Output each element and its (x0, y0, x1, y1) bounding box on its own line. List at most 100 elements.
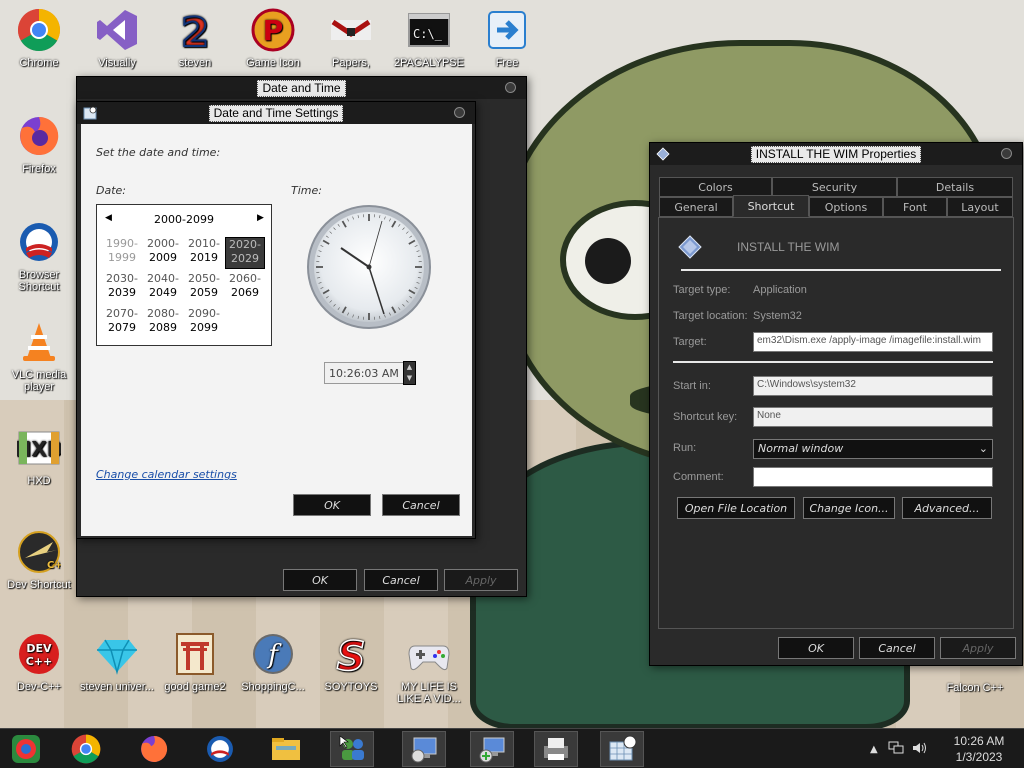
volume-icon[interactable] (912, 741, 928, 758)
decade-end: 2079 (108, 321, 136, 334)
desktop-icon-free[interactable]: Free (468, 6, 546, 69)
shortcut-icon (656, 147, 670, 161)
desktop-icon-2pacalypse[interactable]: C:\_ 2PACALYPSE (390, 6, 468, 69)
calendar-decade-cell[interactable]: 2020- 2029 (225, 237, 265, 269)
network-icon[interactable] (888, 741, 904, 758)
taskbar-date-time[interactable] (600, 731, 644, 767)
desktop-icon-falcon[interactable]: Falcon C++ (936, 682, 1014, 694)
control-panel-icon (411, 737, 437, 763)
close-button[interactable] (1001, 148, 1012, 159)
run-select-value: Normal window (758, 442, 844, 455)
start-in-label: Start in: (673, 380, 711, 392)
ok-button[interactable]: OK (283, 569, 357, 591)
next-decade-arrow-icon[interactable]: ▶ (257, 213, 264, 223)
desktop-icon-steven-universe[interactable]: steven univer... (78, 630, 156, 693)
tab-font[interactable]: Font (883, 197, 947, 217)
tab-general[interactable]: General (659, 197, 733, 217)
calendar-decade-cell[interactable]: 2000- 2009 (143, 237, 183, 269)
desktop-icon-label: 2PACALYPSE (394, 57, 464, 69)
papers-please-icon (327, 6, 375, 54)
shortcut-key-label: Shortcut key: (673, 411, 738, 423)
date-time-titlebar[interactable]: Date and Time (77, 77, 526, 99)
cancel-button[interactable]: Cancel (859, 637, 935, 659)
tab-security[interactable]: Security (772, 177, 897, 197)
hxd-icon: HXD (15, 424, 63, 472)
calendar-decade-cell[interactable]: 2030- 2039 (102, 272, 142, 304)
tab-layout[interactable]: Layout (947, 197, 1013, 217)
desktop-icon-shopping[interactable]: f ShoppingC... (234, 630, 312, 693)
calendar-decade-cell[interactable]: 2090- 2099 (184, 307, 224, 339)
taskbar-control-panel[interactable] (402, 731, 446, 767)
desktop-icon-steven[interactable]: 2 steven (156, 6, 234, 69)
run-select[interactable]: Normal window ⌄ (753, 439, 993, 459)
desktop-icon-my-life[interactable]: MY LIFE IS LIKE A VID... (390, 630, 468, 705)
comment-input[interactable] (753, 467, 993, 487)
settings-titlebar[interactable]: Date and Time Settings (77, 102, 475, 124)
apply-button[interactable]: Apply (940, 637, 1016, 659)
taskbar-clock[interactable]: 10:26 AM 1/3/2023 (940, 733, 1018, 765)
target-input[interactable]: em32\Dism.exe /apply-image /imagefile:in… (753, 332, 993, 352)
time-spinner[interactable]: ▲ ▼ (403, 361, 416, 385)
close-button[interactable] (454, 107, 465, 118)
desktop-icon-game[interactable]: P Game Icon (234, 6, 312, 69)
close-button[interactable] (505, 82, 516, 93)
calendar-header[interactable]: 2000-2099 (97, 213, 271, 226)
tab-colors[interactable]: Colors (659, 177, 772, 197)
calendar-decade-cell[interactable]: 1990- 1999 (102, 237, 142, 269)
taskbar-file-explorer[interactable] (264, 731, 308, 767)
change-icon-button[interactable]: Change Icon... (803, 497, 895, 519)
date-time-icon (83, 106, 97, 120)
tab-details[interactable]: Details (897, 177, 1013, 197)
spin-up-icon[interactable]: ▲ (404, 362, 415, 373)
taskbar-printer[interactable] (534, 731, 578, 767)
svg-text:DEV: DEV (26, 642, 52, 655)
desktop-icon-firefox[interactable]: Firefox (0, 112, 78, 175)
properties-titlebar[interactable]: INSTALL THE WIM Properties (650, 143, 1022, 165)
desktop-icon-dev[interactable]: C++ Dev Shortcut (0, 528, 78, 591)
start-in-input[interactable]: C:\Windows\system32 (753, 376, 993, 396)
chevron-up-icon[interactable]: ▲ (870, 744, 878, 755)
desktop-icon-label: steven (178, 57, 212, 69)
cancel-button[interactable]: Cancel (382, 494, 460, 516)
desktop-icon-label: Browser Shortcut (18, 269, 60, 293)
desktop-icon-chrome[interactable]: Chrome (0, 6, 78, 69)
desktop-icon-dev-cpp[interactable]: DEV C++ Dev-C++ (0, 630, 78, 693)
start-button[interactable] (4, 731, 48, 767)
desktop-icon-vlc[interactable]: VLC media player (0, 318, 78, 393)
change-calendar-settings-link[interactable]: Change calendar settings (96, 468, 237, 481)
taskbar-obama[interactable] (198, 731, 242, 767)
desktop-icon-soytoys[interactable]: S SOYTOYS (312, 630, 390, 693)
desktop-icon-papers[interactable]: Papers, (312, 6, 390, 69)
taskbar-chrome[interactable] (64, 731, 108, 767)
decade-end: 2019 (190, 251, 218, 264)
network-setup-icon (479, 737, 505, 763)
calendar-decade-cell[interactable]: 2060- 2069 (225, 272, 265, 304)
desktop-icon-visual-studio[interactable]: Visually (78, 6, 156, 69)
desktop-icon-good-game2[interactable]: good game2 (156, 630, 234, 693)
shortcut-key-input[interactable]: None (753, 407, 993, 427)
shortcut-tab-panel: INSTALL THE WIM Target type: Application… (658, 217, 1014, 629)
desktop-icon-browser[interactable]: Browser Shortcut (0, 218, 78, 293)
desktop-icon-hxd[interactable]: HXD HXD (0, 424, 78, 487)
advanced-button[interactable]: Advanced... (902, 497, 992, 519)
chevron-down-icon: ⌄ (978, 442, 988, 455)
calendar-decade-cell[interactable]: 2040- 2049 (143, 272, 183, 304)
open-file-location-button[interactable]: Open File Location (677, 497, 795, 519)
taskbar-firefox[interactable] (132, 731, 176, 767)
taskbar: ▲ 10:26 AM 1/3/2023 (0, 728, 1024, 768)
ok-button[interactable]: OK (778, 637, 854, 659)
calendar-decade-cell[interactable]: 2080- 2089 (143, 307, 183, 339)
calendar-decade-cell[interactable]: 2050- 2059 (184, 272, 224, 304)
spin-down-icon[interactable]: ▼ (404, 373, 415, 384)
time-input[interactable]: 10:26:03 AM (324, 362, 404, 384)
tab-shortcut[interactable]: Shortcut (733, 195, 809, 217)
firefox-icon (15, 112, 63, 160)
taskbar-network-people[interactable] (330, 731, 374, 767)
ok-button[interactable]: OK (293, 494, 371, 516)
taskbar-network-setup[interactable] (470, 731, 514, 767)
tab-options[interactable]: Options (809, 197, 883, 217)
cancel-button[interactable]: Cancel (364, 569, 438, 591)
calendar-decade-cell[interactable]: 2070- 2079 (102, 307, 142, 339)
apply-button[interactable]: Apply (444, 569, 518, 591)
calendar-decade-cell[interactable]: 2010- 2019 (184, 237, 224, 269)
